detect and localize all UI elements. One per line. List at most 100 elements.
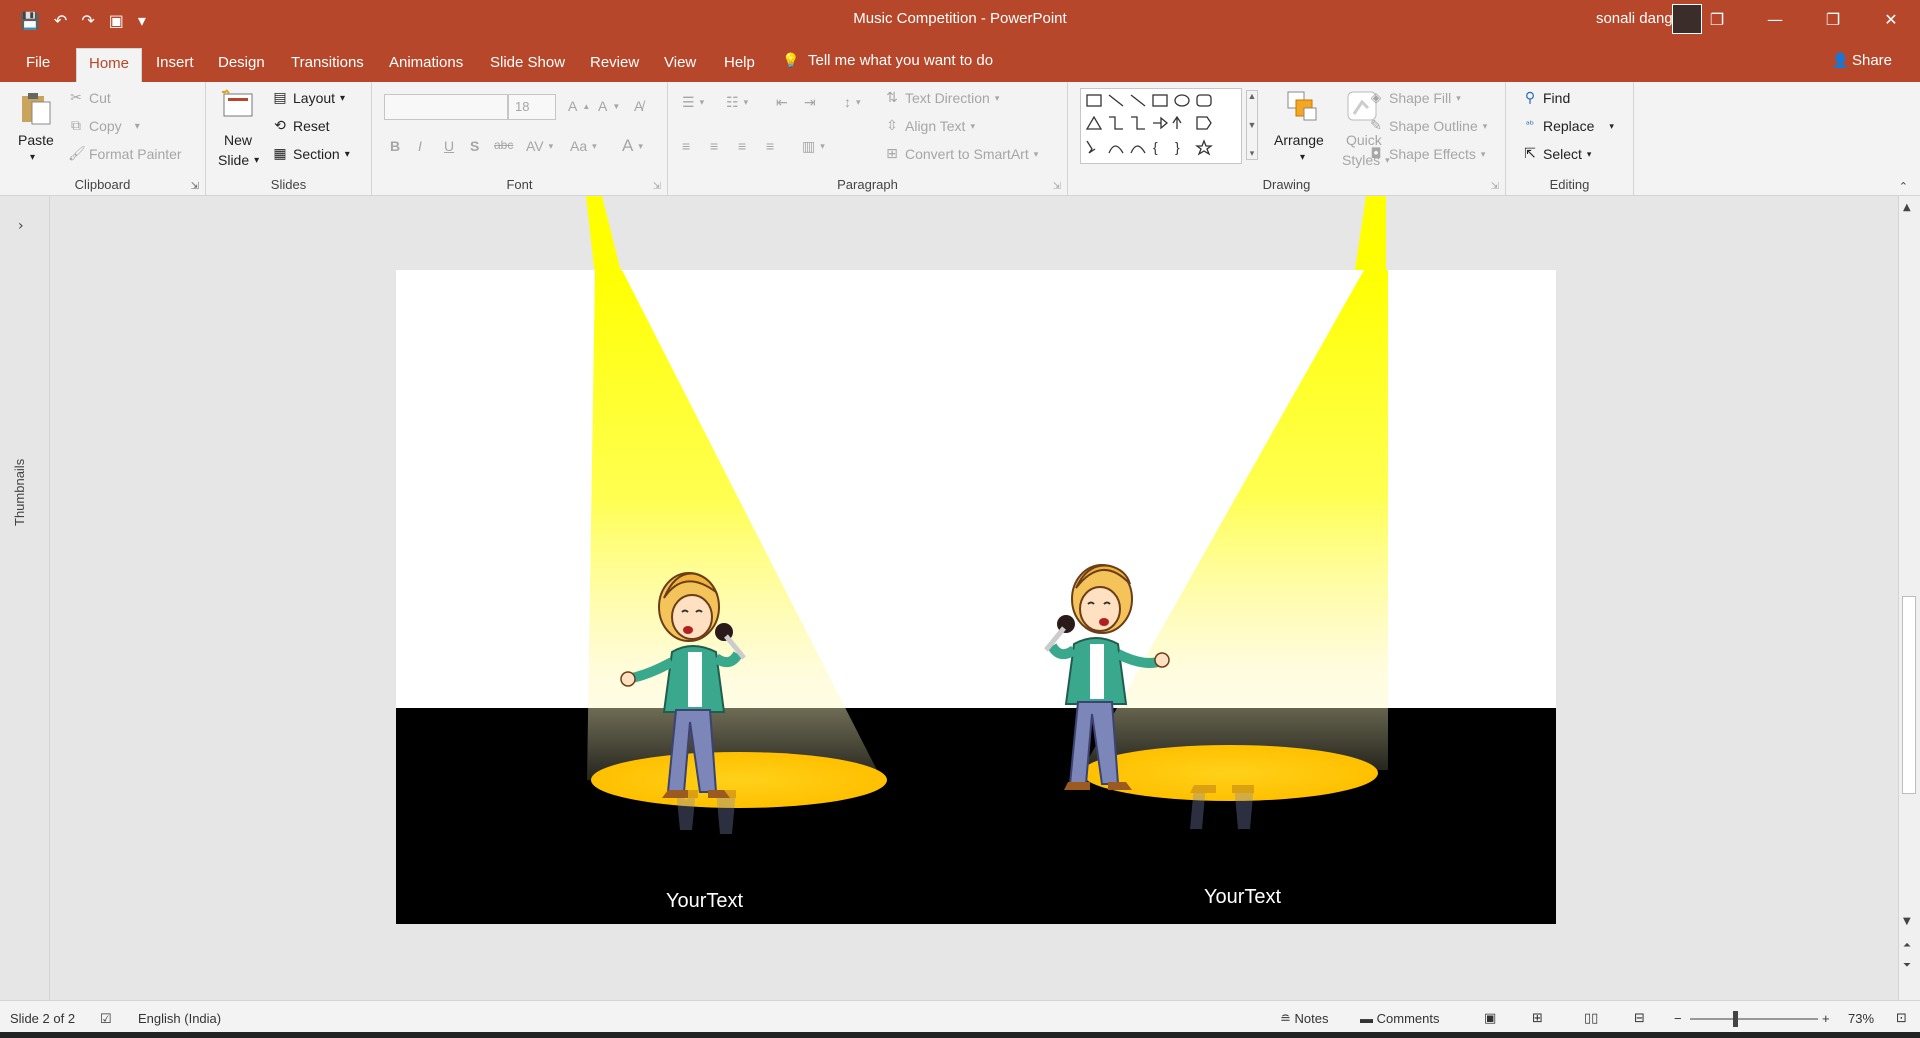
font-color-icon[interactable]: A ▾ — [622, 136, 643, 156]
thumbnails-label[interactable]: Thumbnails — [12, 459, 27, 526]
clipboard-launcher-icon[interactable]: ⇲ — [191, 181, 199, 192]
zoom-level[interactable]: 73% — [1848, 1011, 1874, 1026]
change-case-icon[interactable]: Aa ▾ — [570, 138, 597, 154]
scroll-thumb[interactable] — [1902, 596, 1916, 794]
section-button[interactable]: ▦ Section ▾ — [272, 146, 349, 162]
previous-slide-icon[interactable]: ⏶ — [1903, 940, 1911, 951]
new-slide-label-2[interactable]: Slide ▾ — [218, 152, 259, 168]
zoom-slider-knob[interactable] — [1733, 1011, 1738, 1027]
format-painter-button[interactable]: 🖌 Format Painter — [68, 146, 182, 162]
paste-icon[interactable] — [18, 90, 54, 126]
shape-effects-icon: ◘ — [1370, 146, 1382, 162]
shapes-gallery-scroll[interactable]: ▲ ▼ ▾ — [1246, 90, 1258, 160]
close-icon[interactable]: ✕ — [1862, 0, 1920, 40]
paragraph-launcher-icon[interactable]: ⇲ — [1053, 181, 1061, 192]
tell-me-search[interactable]: 💡 Tell me what you want to do — [782, 52, 993, 69]
notes-button[interactable]: ≘ Notes — [1280, 1011, 1328, 1027]
increase-font-size-icon[interactable]: A ▲ — [568, 98, 590, 114]
notes-icon: ≘ — [1280, 1011, 1295, 1026]
convert-smartart-button[interactable]: ⊞ Convert to SmartArt ▾ — [884, 146, 1038, 162]
align-center-icon[interactable]: ≡ — [710, 138, 718, 154]
arrange-button[interactable]: Arrange — [1274, 132, 1324, 148]
shapes-gallery[interactable]: { } — [1080, 88, 1242, 164]
vertical-scrollbar[interactable]: ▲ ▼ ⏶ ⏷ — [1898, 196, 1920, 1000]
italic-icon[interactable]: I — [418, 138, 422, 154]
expand-thumbnails-icon[interactable]: › — [18, 218, 24, 234]
spellcheck-icon[interactable]: ☑ — [100, 1011, 112, 1027]
paste-dropdown-icon[interactable]: ▾ — [30, 152, 35, 163]
fit-to-window-icon[interactable]: ⊡ — [1896, 1011, 1907, 1026]
drawing-launcher-icon[interactable]: ⇲ — [1491, 181, 1499, 192]
language-indicator[interactable]: English (India) — [138, 1011, 221, 1026]
text-shadow-icon[interactable]: S — [470, 138, 479, 154]
ribbon-display-options-icon[interactable]: ❐ — [1688, 0, 1746, 40]
increase-indent-icon[interactable]: ⇥ — [804, 94, 816, 111]
clear-formatting-icon[interactable]: A̸ — [634, 98, 643, 114]
new-slide-icon[interactable] — [220, 88, 256, 124]
restore-icon[interactable]: ❐ — [1804, 0, 1862, 40]
arrange-icon[interactable] — [1284, 88, 1320, 124]
reset-button[interactable]: ⟲ Reset — [272, 118, 329, 134]
tab-insert[interactable]: Insert — [144, 48, 206, 82]
justify-icon[interactable]: ≡ — [766, 138, 774, 154]
character-spacing-icon[interactable]: AV ▾ — [526, 138, 553, 154]
arrange-dropdown-icon[interactable]: ▾ — [1300, 152, 1305, 163]
next-slide-icon[interactable]: ⏷ — [1903, 960, 1911, 971]
shape-effects-button[interactable]: ◘ Shape Effects ▾ — [1368, 146, 1485, 162]
tab-review[interactable]: Review — [578, 48, 651, 82]
font-name-combo[interactable] — [384, 94, 508, 120]
tab-file[interactable]: File — [14, 48, 62, 82]
columns-icon[interactable]: ▥ ▾ — [802, 138, 825, 155]
replace-button[interactable]: ᵃᵇ Replace ▾ — [1522, 118, 1614, 134]
zoom-slider-track[interactable] — [1690, 1018, 1818, 1020]
tab-transitions[interactable]: Transitions — [279, 48, 376, 82]
copy-button[interactable]: ⧉ Copy ▾ — [68, 118, 140, 134]
tab-home[interactable]: Home — [76, 48, 143, 82]
new-slide-button[interactable]: New — [224, 132, 252, 148]
cut-button[interactable]: ✂ Cut — [68, 90, 111, 106]
select-button[interactable]: ⇱ Select ▾ — [1522, 146, 1591, 162]
decrease-indent-icon[interactable]: ⇤ — [776, 94, 788, 111]
zoom-out-icon[interactable]: − — [1674, 1011, 1682, 1026]
font-size-combo[interactable]: 18 — [508, 94, 556, 120]
underline-icon[interactable]: U — [444, 138, 454, 154]
reading-view-icon[interactable]: ▯▯ — [1584, 1011, 1598, 1026]
bold-icon[interactable]: B — [390, 138, 400, 154]
align-text-button[interactable]: ⇳ Align Text ▾ — [884, 118, 975, 134]
align-right-icon[interactable]: ≡ — [738, 138, 746, 154]
scroll-down-icon[interactable]: ▼ — [1903, 916, 1911, 927]
zoom-in-icon[interactable]: + — [1822, 1011, 1830, 1026]
scroll-up-icon[interactable]: ▲ — [1903, 202, 1911, 213]
collapse-ribbon-icon[interactable]: ⌃ — [1899, 180, 1908, 193]
text-direction-button[interactable]: ⇅ Text Direction ▾ — [884, 90, 999, 106]
font-group-label: Font — [506, 177, 533, 192]
slideshow-view-icon[interactable]: ⊟ — [1634, 1011, 1645, 1026]
tab-help[interactable]: Help — [712, 48, 767, 82]
shape-outline-button[interactable]: ✎ Shape Outline ▾ — [1368, 118, 1487, 134]
left-caption[interactable]: YourText — [666, 890, 743, 913]
user-name[interactable]: sonali dangi — [1596, 10, 1676, 27]
find-button[interactable]: ⚲ Find — [1522, 90, 1570, 106]
slide-sorter-icon[interactable]: ⊞ — [1532, 1011, 1543, 1026]
decrease-font-size-icon[interactable]: A ▼ — [598, 98, 620, 114]
tab-slide-show[interactable]: Slide Show — [478, 48, 577, 82]
shape-fill-button[interactable]: ◈ Shape Fill ▾ — [1368, 90, 1461, 106]
line-spacing-icon[interactable]: ↕ ▾ — [844, 94, 861, 110]
bullets-icon[interactable]: ☰ ▾ — [682, 94, 704, 111]
tab-design[interactable]: Design — [206, 48, 277, 82]
comments-button[interactable]: ▬ Comments — [1360, 1011, 1439, 1026]
lightbulb-icon: 💡 — [782, 52, 800, 69]
layout-button[interactable]: ▤ Layout ▾ — [272, 90, 345, 106]
paste-button[interactable]: Paste — [18, 132, 54, 148]
align-left-icon[interactable]: ≡ — [682, 138, 690, 154]
tab-animations[interactable]: Animations — [377, 48, 475, 82]
font-launcher-icon[interactable]: ⇲ — [653, 181, 661, 192]
minimize-icon[interactable]: — — [1746, 0, 1804, 40]
strikethrough-icon[interactable]: abc — [494, 138, 513, 152]
slide-canvas[interactable]: YourText YourText — [396, 270, 1556, 924]
numbering-icon[interactable]: ☷ ▾ — [726, 94, 748, 111]
normal-view-icon[interactable]: ▣ — [1484, 1011, 1496, 1026]
tab-view[interactable]: View — [652, 48, 708, 82]
share-button[interactable]: 👤 Share — [1832, 52, 1892, 69]
right-caption[interactable]: YourText — [1204, 886, 1281, 909]
